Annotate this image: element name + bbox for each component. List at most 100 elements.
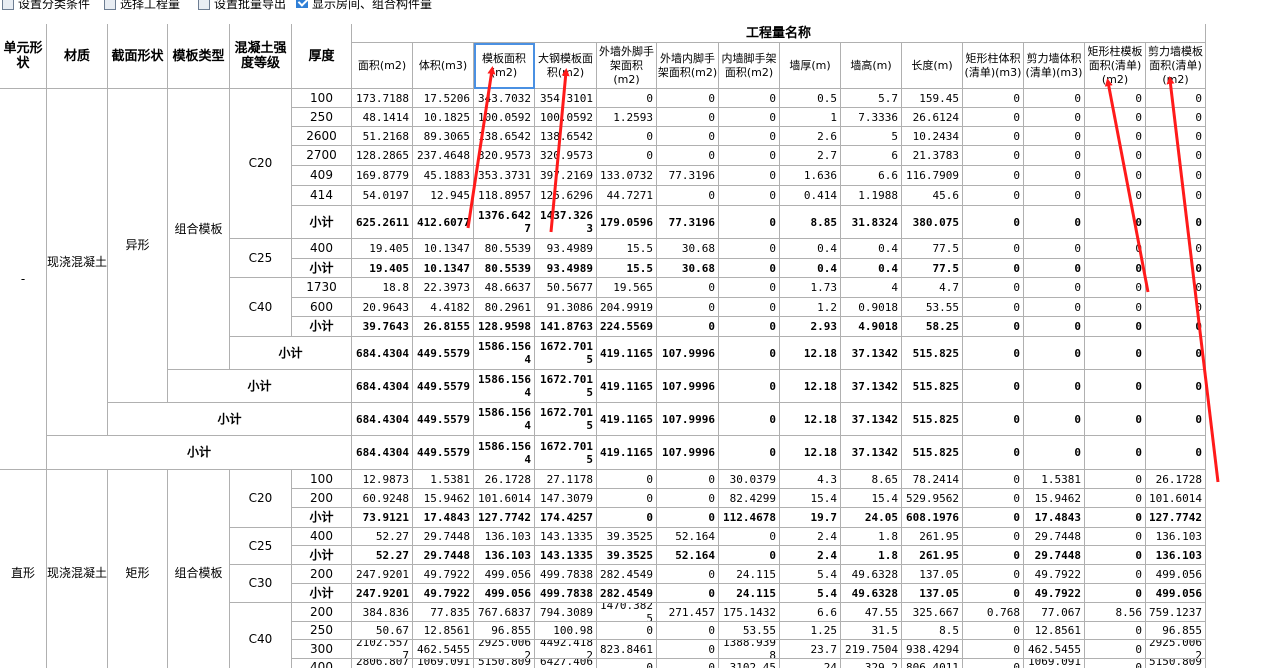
table-cell[interactable]: 354.3101 [535,89,597,108]
table-cell[interactable]: 96.855 [1146,622,1206,640]
table-cell[interactable]: 2.7 [780,146,841,166]
table-cell[interactable]: 15.5 [597,239,657,259]
table-cell[interactable]: 0 [657,317,719,337]
table-cell[interactable]: 0.5 [780,89,841,108]
table-cell[interactable]: 794.3089 [535,603,597,622]
table-cell[interactable]: 0 [963,565,1024,584]
table-cell[interactable]: 1672.7015 [535,370,597,403]
table-cell[interactable]: 419.1165 [597,403,657,436]
table-cell[interactable]: 48.1414 [352,108,413,127]
table-cell[interactable]: 173.7188 [352,89,413,108]
table-cell[interactable]: 8.56 [1085,603,1146,622]
thickness-cell[interactable]: 100 [292,89,352,108]
table-cell[interactable]: 147.3079 [535,489,597,508]
header-column[interactable]: 矩形柱体积(清单)(m3) [963,43,1024,89]
header-unit-shape[interactable]: 单元形状 [0,24,47,89]
table-cell[interactable]: 0 [963,278,1024,298]
table-cell[interactable]: 0 [1146,206,1206,239]
table-cell[interactable]: 0 [1085,528,1146,546]
table-cell[interactable]: 0 [597,89,657,108]
table-cell[interactable]: 2806.8078 [352,659,413,668]
table-cell[interactable]: 325.667 [902,603,963,622]
table-cell[interactable]: 77.5 [902,259,963,278]
table-cell[interactable]: 18.8 [352,278,413,298]
table-cell[interactable]: 8.65 [841,470,902,489]
table-cell[interactable]: 10.2434 [902,127,963,146]
table-cell[interactable]: 101.6014 [474,489,535,508]
table-cell[interactable]: 49.7922 [413,565,474,584]
table-cell[interactable]: 1.73 [780,278,841,298]
table-cell[interactable]: 0 [1146,337,1206,370]
table-cell[interactable]: 10.1347 [413,259,474,278]
table-cell[interactable]: 0 [963,370,1024,403]
table-cell[interactable]: 0 [597,659,657,668]
table-cell[interactable]: 625.2611 [352,206,413,239]
thickness-cell[interactable]: 小计 [292,259,352,278]
table-cell[interactable]: 1.8 [841,546,902,565]
table-cell[interactable]: 515.825 [902,337,963,370]
table-cell[interactable]: 39.3525 [597,546,657,565]
table-cell[interactable]: 0.9018 [841,298,902,317]
table-cell[interactable]: 1672.7015 [535,436,597,470]
table-cell[interactable]: 52.164 [657,546,719,565]
table-cell[interactable]: 499.056 [1146,584,1206,603]
thickness-cell[interactable]: 2700 [292,146,352,166]
thickness-cell[interactable]: 400 [292,239,352,259]
table-cell[interactable]: 0 [963,239,1024,259]
header-column[interactable]: 矩形柱模板面积(清单)(m2) [1085,43,1146,89]
table-cell[interactable]: 118.8957 [474,186,535,206]
table-cell[interactable]: 0 [1085,166,1146,186]
thickness-cell[interactable]: 414 [292,186,352,206]
table-cell[interactable]: 27.1178 [535,470,597,489]
table-cell[interactable]: 499.056 [474,565,535,584]
table-cell[interactable]: 0 [1146,298,1206,317]
table-cell[interactable]: 30.68 [657,259,719,278]
table-cell[interactable]: 136.103 [1146,546,1206,565]
table-cell[interactable]: 37.1342 [841,403,902,436]
table-cell[interactable]: 0 [963,659,1024,668]
table-cell[interactable]: 136.103 [474,546,535,565]
table-cell[interactable]: 0 [719,546,780,565]
table-cell[interactable]: 529.9562 [902,489,963,508]
table-cell[interactable]: 0 [1085,317,1146,337]
table-cell[interactable]: 0 [1024,278,1085,298]
table-cell[interactable]: 17.5206 [413,89,474,108]
table-cell[interactable]: 0 [597,127,657,146]
table-cell[interactable]: 2.6 [780,127,841,146]
table-cell[interactable]: 39.7643 [352,317,413,337]
table-cell[interactable]: 0 [1024,337,1085,370]
table-cell[interactable]: 17.4843 [1024,508,1085,528]
table-cell[interactable]: 938.4294 [902,640,963,659]
table-cell[interactable]: 82.4299 [719,489,780,508]
table-cell[interactable]: 8.85 [780,206,841,239]
header-column[interactable]: 大钢模板面积(m2) [535,43,597,89]
table-cell[interactable]: 0 [657,489,719,508]
header-column[interactable]: 面积(m2) [352,43,413,89]
table-cell[interactable]: 143.1335 [535,528,597,546]
table-cell[interactable]: 31.8324 [841,206,902,239]
table-cell[interactable]: 0 [1085,546,1146,565]
table-cell[interactable]: 0 [719,108,780,127]
table-cell[interactable]: 80.2961 [474,298,535,317]
table-cell[interactable]: 0 [963,640,1024,659]
table-cell[interactable]: 320.9573 [474,146,535,166]
table-cell[interactable]: 0 [597,489,657,508]
table-cell[interactable]: 12.945 [413,186,474,206]
table-cell[interactable]: 2925.0062 [1146,640,1206,659]
table-cell[interactable]: 37.1342 [841,337,902,370]
table-cell[interactable]: 412.6077 [413,206,474,239]
table-cell[interactable]: 0 [719,317,780,337]
table-cell[interactable]: 1586.1564 [474,337,535,370]
table-cell[interactable]: 12.18 [780,436,841,470]
table-cell[interactable]: 0 [1146,403,1206,436]
table-cell[interactable]: 138.6542 [535,127,597,146]
table-cell[interactable]: 45.1883 [413,166,474,186]
table-cell[interactable]: 329.2 [841,659,902,668]
table-cell[interactable]: 137.05 [902,565,963,584]
table-cell[interactable]: 2.4 [780,528,841,546]
table-cell[interactable]: 24.115 [719,565,780,584]
table-cell[interactable]: 380.075 [902,206,963,239]
header-column[interactable]: 模板面积(m2) [474,43,535,89]
thickness-cell[interactable]: 200 [292,489,352,508]
table-cell[interactable]: 175.1432 [719,603,780,622]
